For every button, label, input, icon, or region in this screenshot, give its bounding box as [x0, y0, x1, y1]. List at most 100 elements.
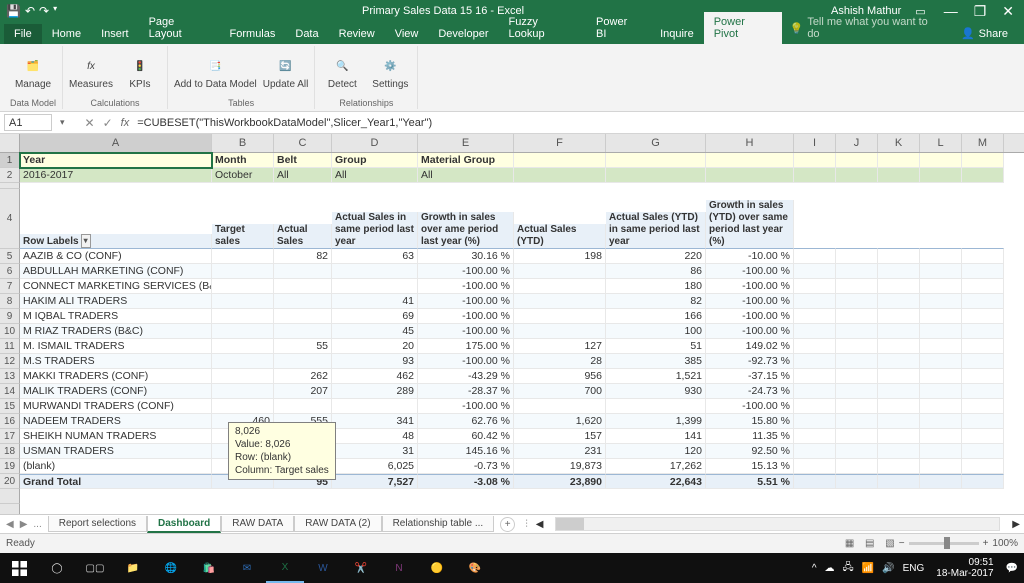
cell[interactable]	[274, 279, 332, 294]
cell[interactable]: 30.16 %	[418, 249, 514, 264]
cell[interactable]: 15.13 %	[706, 459, 794, 474]
tab-home[interactable]: Home	[42, 24, 91, 44]
cell[interactable]: 6,025	[332, 459, 418, 474]
tab-file[interactable]: File	[4, 24, 42, 44]
cell[interactable]	[794, 354, 836, 369]
row-header[interactable]: 8	[0, 294, 20, 309]
cell[interactable]	[212, 384, 274, 399]
cell[interactable]	[962, 339, 1004, 354]
cell[interactable]	[836, 444, 878, 459]
cell[interactable]: 41	[332, 294, 418, 309]
row-header[interactable]: 11	[0, 339, 20, 354]
cell[interactable]: 19,873	[514, 459, 606, 474]
cell[interactable]: ABDULLAH MARKETING (CONF)	[20, 264, 212, 279]
cell[interactable]: USMAN TRADERS	[20, 444, 212, 459]
language-indicator[interactable]: ENG	[903, 563, 925, 574]
detect-button[interactable]: 🔍Detect	[321, 54, 363, 90]
cell[interactable]	[274, 399, 332, 414]
cell[interactable]	[212, 294, 274, 309]
cell[interactable]	[212, 399, 274, 414]
sheet-tab[interactable]: RAW DATA	[221, 516, 294, 532]
cell[interactable]: -100.00 %	[706, 399, 794, 414]
cell[interactable]	[878, 324, 920, 339]
cell[interactable]: 262	[274, 369, 332, 384]
pivot-header[interactable]: Row Labels▾	[20, 234, 212, 249]
network-icon[interactable]: 🖧	[843, 560, 854, 577]
cell[interactable]	[962, 279, 1004, 294]
cell[interactable]: October	[212, 168, 274, 183]
cell[interactable]: Month	[212, 153, 274, 168]
row-header[interactable]: 2	[0, 168, 20, 183]
col-header[interactable]: D	[332, 134, 418, 152]
cell[interactable]: 55	[274, 339, 332, 354]
cell[interactable]	[212, 369, 274, 384]
formula-input[interactable]	[133, 117, 1024, 129]
name-box-dropdown-icon[interactable]: ▾	[56, 117, 69, 128]
cell[interactable]	[962, 309, 1004, 324]
cell[interactable]	[920, 384, 962, 399]
col-header[interactable]: E	[418, 134, 514, 152]
cell[interactable]	[514, 294, 606, 309]
cell[interactable]: M.S TRADERS	[20, 354, 212, 369]
qat-dropdown-icon[interactable]: ▾	[53, 4, 57, 18]
cell[interactable]	[836, 429, 878, 444]
cell[interactable]	[836, 324, 878, 339]
add-to-data-model-button[interactable]: 📑Add to Data Model	[174, 54, 257, 90]
cell[interactable]	[962, 429, 1004, 444]
snipping-tool-icon[interactable]: ✂️	[342, 553, 380, 583]
cell[interactable]: -10.00 %	[706, 249, 794, 264]
row-header[interactable]: 20	[0, 474, 20, 489]
tab-power-bi[interactable]: Power BI	[586, 12, 650, 44]
task-view-icon[interactable]: ▢▢	[76, 553, 114, 583]
cell[interactable]: 1,399	[606, 414, 706, 429]
cell[interactable]	[920, 249, 962, 264]
cell[interactable]	[878, 309, 920, 324]
cell[interactable]	[962, 459, 1004, 474]
cell[interactable]	[878, 384, 920, 399]
share-button[interactable]: Share	[949, 23, 1020, 44]
cell[interactable]	[514, 264, 606, 279]
cell[interactable]: 157	[514, 429, 606, 444]
cell[interactable]	[794, 264, 836, 279]
sheet-tab[interactable]: Relationship table ...	[382, 516, 495, 532]
row-header[interactable]: 10	[0, 324, 20, 339]
tab-data[interactable]: Data	[285, 24, 328, 44]
cell[interactable]	[794, 339, 836, 354]
tab-formulas[interactable]: Formulas	[220, 24, 286, 44]
cell[interactable]: 20	[332, 339, 418, 354]
cell[interactable]: 930	[606, 384, 706, 399]
row-header[interactable]: 18	[0, 444, 20, 459]
col-header[interactable]: B	[212, 134, 274, 152]
cell[interactable]: 5.51 %	[706, 474, 794, 489]
row-header[interactable]: 13	[0, 369, 20, 384]
tab-review[interactable]: Review	[329, 24, 385, 44]
cell[interactable]	[962, 294, 1004, 309]
cell[interactable]	[836, 459, 878, 474]
accept-formula-icon[interactable]: ✓	[99, 116, 117, 130]
cell[interactable]	[836, 249, 878, 264]
cell[interactable]	[920, 264, 962, 279]
cell[interactable]	[606, 399, 706, 414]
col-header[interactable]: F	[514, 134, 606, 152]
cell[interactable]: -100.00 %	[418, 279, 514, 294]
cell[interactable]: 1,620	[514, 414, 606, 429]
cell[interactable]: Grand Total	[20, 474, 212, 489]
cortana-icon[interactable]: ◯	[38, 553, 76, 583]
cell[interactable]: M IQBAL TRADERS	[20, 309, 212, 324]
cell[interactable]	[962, 384, 1004, 399]
wifi-icon[interactable]: 📶	[862, 563, 874, 574]
cell[interactable]: 175.00 %	[418, 339, 514, 354]
cell[interactable]: SHEIKH NUMAN TRADERS	[20, 429, 212, 444]
tab-insert[interactable]: Insert	[91, 24, 139, 44]
cell[interactable]: 62.76 %	[418, 414, 514, 429]
cell[interactable]: -28.37 %	[418, 384, 514, 399]
cell[interactable]	[794, 279, 836, 294]
cell[interactable]: 385	[606, 354, 706, 369]
cell[interactable]: 198	[514, 249, 606, 264]
cell[interactable]	[274, 294, 332, 309]
row-header[interactable]: 16	[0, 414, 20, 429]
cell[interactable]: 149.02 %	[706, 339, 794, 354]
cell[interactable]: -100.00 %	[706, 324, 794, 339]
cell[interactable]: 207	[274, 384, 332, 399]
onenote-icon[interactable]: N	[380, 553, 418, 583]
